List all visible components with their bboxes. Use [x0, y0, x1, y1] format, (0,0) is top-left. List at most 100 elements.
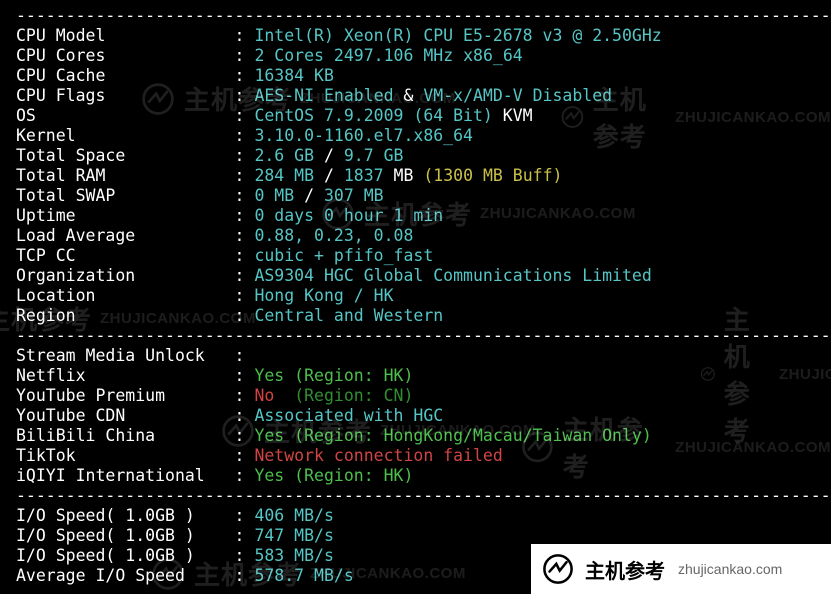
stream-row: BiliBili China : Yes (Region: HongKong/M…	[16, 426, 831, 446]
row-value: Central and Western	[254, 306, 443, 325]
io-row: I/O Speed( 1.0GB ) : 406 MB/s	[16, 506, 831, 526]
row-label: CPU Flags	[16, 86, 225, 105]
row-value: 2 Cores	[254, 46, 324, 65]
row-separator: :	[225, 446, 255, 465]
row-value: 2.6 GB	[254, 146, 314, 165]
row-separator: :	[225, 66, 255, 85]
row-value: /	[294, 186, 324, 205]
row-separator: :	[225, 166, 255, 185]
row-value: VM-x/AMD-V Disabled	[423, 86, 612, 105]
divider: ----------------------------------------…	[16, 6, 831, 26]
row-separator: :	[225, 406, 255, 425]
row-label: Location	[16, 286, 225, 305]
row-value: 307 MB	[324, 186, 384, 205]
row-label: I/O Speed( 1.0GB )	[16, 526, 225, 545]
row-value: Yes (Region: HK)	[254, 466, 413, 485]
row-label: iQIYI International	[16, 466, 225, 485]
row-separator: :	[225, 566, 255, 585]
row-value: 0.88, 0.23, 0.08	[254, 226, 413, 245]
row-separator: :	[225, 106, 255, 125]
row-label: Region	[16, 306, 225, 325]
row-value: x86_64	[463, 46, 523, 65]
row-separator: :	[225, 86, 255, 105]
row-value: 583 MB/s	[254, 546, 333, 565]
sys-row: Region : Central and Western	[16, 306, 831, 326]
row-separator: :	[225, 246, 255, 265]
row-value: 2497.106 MHz	[334, 46, 453, 65]
row-label: CPU Cache	[16, 66, 225, 85]
row-label: Load Average	[16, 226, 225, 245]
row-value: 16384 KB	[254, 66, 333, 85]
row-value: AS9304 HGC Global Communications Limited	[254, 266, 651, 285]
row-separator: :	[225, 26, 255, 45]
row-value: 284 MB	[254, 166, 314, 185]
row-label: CPU Cores	[16, 46, 225, 65]
row-separator: :	[225, 386, 255, 405]
row-separator: :	[225, 286, 255, 305]
row-label: Total Space	[16, 146, 225, 165]
row-value: KVM	[493, 106, 533, 125]
row-value	[453, 46, 463, 65]
sys-row: Kernel : 3.10.0-1160.el7.x86_64	[16, 126, 831, 146]
row-separator: :	[225, 466, 255, 485]
watermark-badge-icon	[541, 552, 575, 586]
stream-row: Stream Media Unlock :	[16, 346, 831, 366]
row-label: Total SWAP	[16, 186, 225, 205]
sys-row: CPU Cache : 16384 KB	[16, 66, 831, 86]
row-label: Stream Media Unlock	[16, 346, 225, 365]
row-separator: :	[225, 146, 255, 165]
row-value: 0 days 0 hour 1 min	[254, 206, 443, 225]
row-separator: :	[225, 126, 255, 145]
row-value: 1837	[344, 166, 384, 185]
io-row: I/O Speed( 1.0GB ) : 747 MB/s	[16, 526, 831, 546]
stream-row: Netflix : Yes (Region: HK)	[16, 366, 831, 386]
row-separator: :	[225, 266, 255, 285]
row-value	[324, 46, 334, 65]
row-value: (1300 MB Buff)	[423, 166, 562, 185]
row-separator: :	[225, 546, 255, 565]
row-value: MB	[384, 166, 424, 185]
watermark-badge: 主机参考 zhujicankao.com	[531, 544, 831, 594]
row-value: /	[314, 146, 344, 165]
row-separator: :	[225, 366, 255, 385]
sys-row: CPU Flags : AES-NI Enabled & VM-x/AMD-V …	[16, 86, 831, 106]
row-label: TCP CC	[16, 246, 225, 265]
row-label: BiliBili China	[16, 426, 225, 445]
row-value: cubic + pfifo_fast	[254, 246, 433, 265]
row-separator: :	[225, 186, 255, 205]
row-value: /	[314, 166, 344, 185]
watermark-badge-domain: zhujicankao.com	[678, 561, 782, 577]
row-value: CentOS 7.9.2009 (64 Bit)	[254, 106, 492, 125]
row-value: 9.7 GB	[344, 146, 404, 165]
row-value: Hong Kong / HK	[254, 286, 393, 305]
sys-row: CPU Cores : 2 Cores 2497.106 MHz x86_64	[16, 46, 831, 66]
sys-row: Total SWAP : 0 MB / 307 MB	[16, 186, 831, 206]
row-label: Total RAM	[16, 166, 225, 185]
row-separator: :	[225, 526, 255, 545]
row-separator: :	[225, 206, 255, 225]
row-label: Kernel	[16, 126, 225, 145]
divider: ----------------------------------------…	[16, 326, 831, 346]
sys-row: Location : Hong Kong / HK	[16, 286, 831, 306]
row-value: 578.7 MB/s	[254, 566, 353, 585]
row-value: Network connection failed	[254, 446, 502, 465]
row-value: No	[254, 386, 274, 405]
sys-row: Total RAM : 284 MB / 1837 MB (1300 MB Bu…	[16, 166, 831, 186]
stream-row: TikTok : Network connection failed	[16, 446, 831, 466]
row-label: I/O Speed( 1.0GB )	[16, 546, 225, 565]
stream-row: YouTube Premium : No (Region: CN)	[16, 386, 831, 406]
sys-row: OS : CentOS 7.9.2009 (64 Bit) KVM	[16, 106, 831, 126]
row-value: Associated with HGC	[254, 406, 443, 425]
row-separator: :	[225, 226, 255, 245]
row-label: Netflix	[16, 366, 225, 385]
watermark-badge-cn: 主机参考	[585, 555, 665, 584]
row-label: YouTube Premium	[16, 386, 225, 405]
row-value: AES-NI Enabled	[254, 86, 393, 105]
row-value: Yes (Region: HK)	[254, 366, 413, 385]
sys-row: Total Space : 2.6 GB / 9.7 GB	[16, 146, 831, 166]
divider: ----------------------------------------…	[16, 486, 831, 506]
row-value: (Region: CN)	[294, 386, 413, 405]
row-value: 3.10.0-1160.el7.x86_64	[254, 126, 473, 145]
row-separator: :	[225, 306, 255, 325]
sys-row: Load Average : 0.88, 0.23, 0.08	[16, 226, 831, 246]
